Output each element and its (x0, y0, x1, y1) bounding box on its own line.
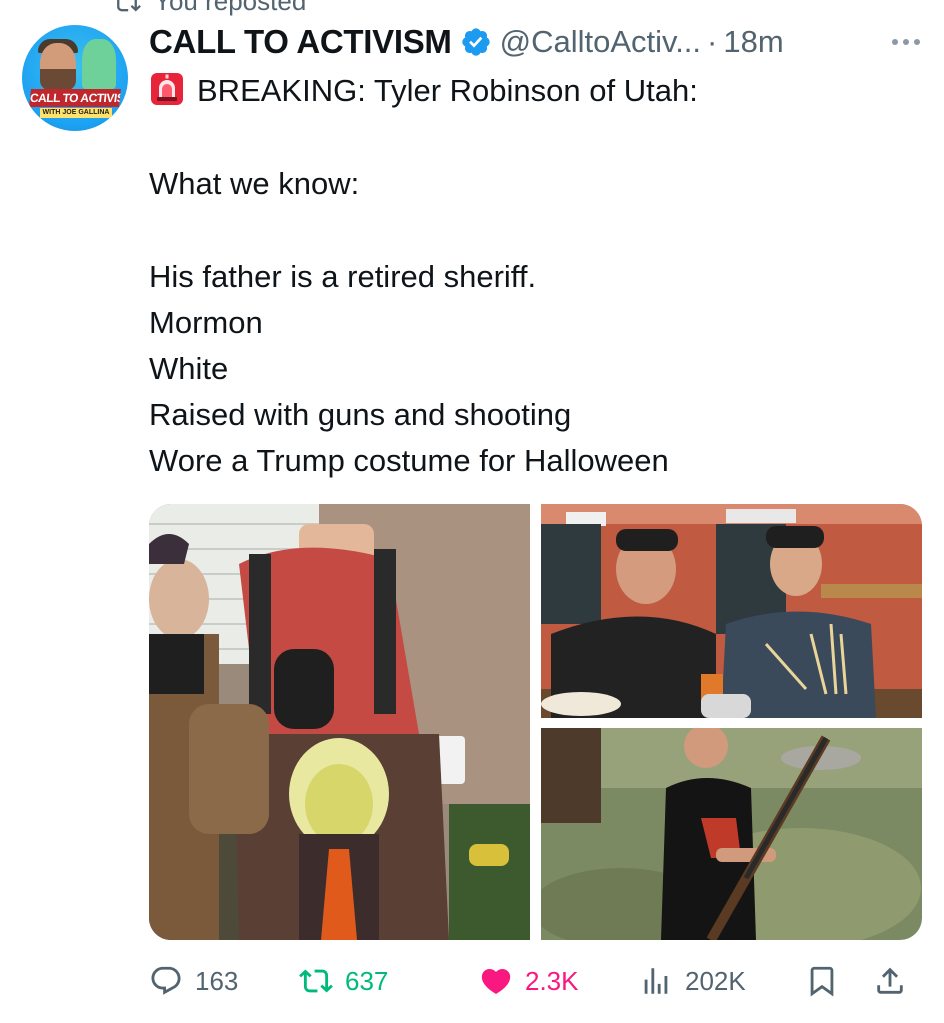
tweet-line-3: His father is a retired sheriff. (149, 259, 537, 294)
tweet-header: CALL TO ACTIVISM @CalltoActiv... · 18m (149, 20, 926, 64)
separator-dot: · (707, 24, 718, 59)
siren-icon (151, 73, 183, 105)
photo-boy-with-rifle[interactable] (541, 728, 922, 940)
tweet-line-5: White (149, 351, 229, 386)
tweet-timestamp[interactable]: 18m (723, 24, 783, 60)
action-bar: 163 637 2.3K 202K (149, 958, 919, 1004)
like-button[interactable]: 2.3K (479, 964, 639, 998)
retweet-button[interactable]: 637 (299, 964, 479, 998)
heart-icon (481, 968, 511, 994)
share-button[interactable] (873, 964, 913, 998)
tweet-line-text-1: BREAKING: Tyler Robinson of Utah: (197, 73, 698, 108)
photo-dinner-with-father[interactable] (541, 504, 922, 718)
verified-badge-icon (460, 26, 492, 58)
more-icon[interactable] (886, 32, 926, 52)
avatar-statue (82, 39, 116, 89)
retweet-icon (299, 969, 333, 993)
reply-icon (151, 966, 181, 995)
tweet-line-6: Raised with guns and shooting (149, 397, 572, 432)
share-icon (877, 967, 903, 994)
views-icon (644, 968, 668, 994)
author-display-name[interactable]: CALL TO ACTIVISM (149, 23, 452, 61)
repost-icon (117, 0, 141, 11)
bookmark-icon (810, 966, 834, 997)
author-handle[interactable]: @CalltoActiv... (500, 24, 701, 60)
reply-count: 163 (195, 965, 239, 996)
tweet-line-4: Mormon (149, 305, 263, 340)
views-button[interactable]: 202K (639, 964, 797, 998)
repost-label: You reposted (154, 0, 307, 16)
author-avatar[interactable]: CALL TO ACTIVISM WITH JOE GALLINA (22, 25, 128, 131)
tweet-line-2: What we know: (149, 166, 360, 201)
retweet-count: 637 (345, 965, 389, 996)
views-count: 202K (685, 965, 746, 996)
tweet-text: BREAKING: Tyler Robinson of Utah: What w… (149, 68, 909, 484)
reply-button[interactable]: 163 (149, 964, 299, 998)
avatar-logo-subtext: WITH JOE GALLINA (40, 108, 112, 118)
bookmark-button[interactable] (805, 964, 845, 998)
media-grid[interactable] (149, 504, 922, 940)
avatar-logo-text: CALL TO ACTIVISM (29, 89, 121, 107)
photo-halloween-costume[interactable] (149, 504, 530, 940)
tweet-line-7: Wore a Trump costume for Halloween (149, 443, 669, 478)
repost-indicator: You reposted (110, 0, 306, 17)
like-count: 2.3K (525, 965, 579, 996)
tweet-line-1: BREAKING: Tyler Robinson of Utah: (149, 68, 909, 114)
